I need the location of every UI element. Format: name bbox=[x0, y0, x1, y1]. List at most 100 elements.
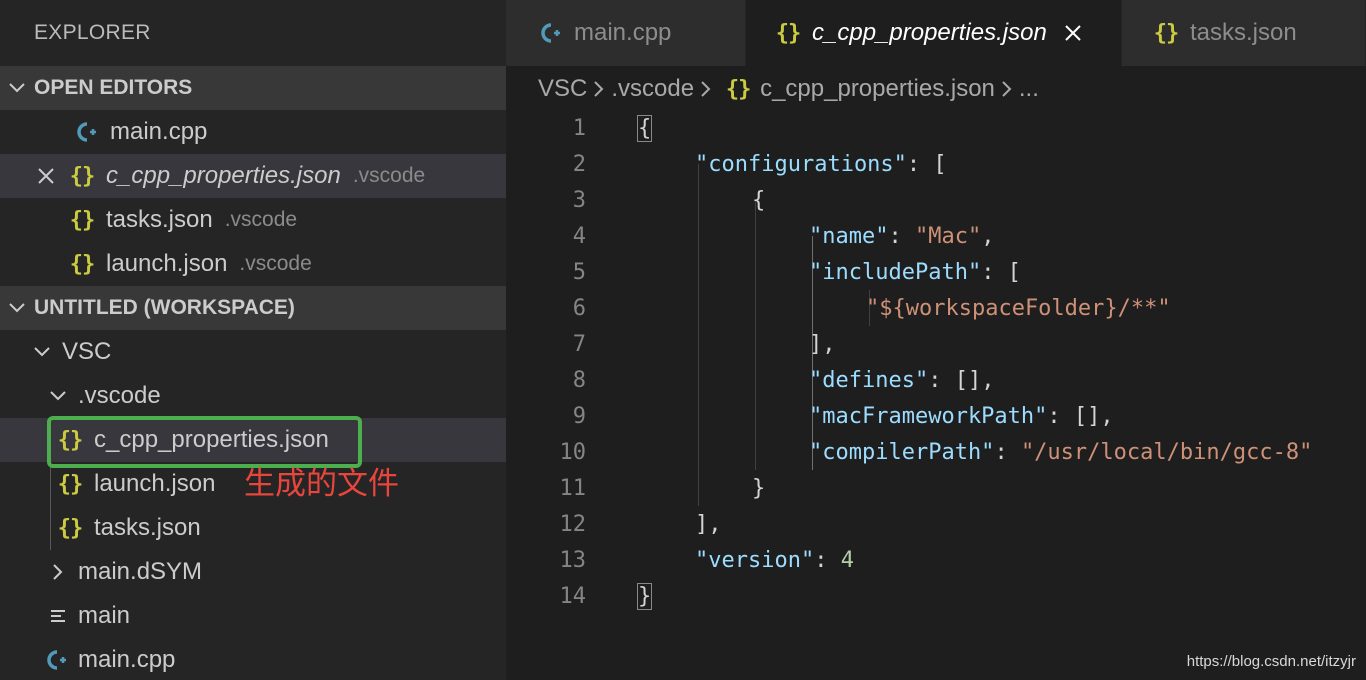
line-number: 6 bbox=[572, 295, 586, 321]
tree-label: tasks.json bbox=[94, 514, 201, 541]
tab-tasks[interactable]: {} tasks.json bbox=[1122, 0, 1366, 66]
chevron-down-icon bbox=[0, 82, 34, 94]
tree-file-main[interactable]: main bbox=[0, 594, 506, 638]
code-line: 10 "compilerPath": "/usr/local/bin/gcc-8… bbox=[506, 434, 1366, 470]
close-icon[interactable] bbox=[1063, 23, 1083, 43]
chevron-right-icon bbox=[700, 80, 712, 98]
chevron-right-icon bbox=[46, 564, 70, 580]
code-line: 6 "${workspaceFolder}/**" bbox=[506, 290, 1366, 326]
code-line: 9 "macFrameworkPath": [], bbox=[506, 398, 1366, 434]
tree-label: main.cpp bbox=[78, 646, 176, 673]
json-icon: {} bbox=[69, 251, 96, 277]
json-icon: {} bbox=[725, 76, 752, 102]
tab-label: c_cpp_properties.json bbox=[812, 19, 1047, 46]
json-key: "name" bbox=[809, 223, 889, 249]
tree-label: c_cpp_properties.json bbox=[94, 426, 329, 453]
tab-c-cpp-properties[interactable]: {} c_cpp_properties.json bbox=[746, 0, 1122, 66]
tree-label: VSC bbox=[62, 338, 112, 365]
open-editor-folder: .vscode bbox=[239, 252, 312, 275]
tab-label: main.cpp bbox=[574, 19, 672, 46]
json-key: "includePath" bbox=[809, 259, 982, 285]
code-line: 5 "includePath": [ bbox=[506, 254, 1366, 290]
line-number: 11 bbox=[559, 475, 587, 501]
tree-file-c-cpp-properties[interactable]: {} c_cpp_properties.json bbox=[0, 418, 506, 462]
line-number: 13 bbox=[559, 547, 587, 573]
chevron-right-icon bbox=[593, 80, 605, 98]
open-editor-folder: .vscode bbox=[224, 208, 298, 231]
code-line: 3 { bbox=[506, 182, 1366, 218]
bracket-open: { bbox=[636, 114, 653, 142]
code-editor[interactable]: 1 { 2 "configurations": [ 3 { 4 "name": … bbox=[506, 110, 1366, 680]
open-editor-label: c_cpp_properties.json bbox=[106, 162, 341, 189]
open-editor-item-c-cpp-properties[interactable]: {} c_cpp_properties.json .vscode bbox=[0, 154, 506, 198]
tree-label: .vscode bbox=[78, 382, 161, 409]
explorer-sidebar: EXPLORER OPEN EDITORS main.cpp {} c_cpp_… bbox=[0, 0, 506, 680]
watermark: https://blog.csdn.net/itzyjr bbox=[1186, 653, 1356, 670]
cpp-icon bbox=[42, 649, 70, 671]
open-editor-label: main.cpp bbox=[110, 118, 208, 145]
json-icon: {} bbox=[57, 427, 84, 453]
line-number: 8 bbox=[572, 367, 586, 393]
cpp-icon bbox=[72, 121, 100, 143]
line-number: 12 bbox=[559, 511, 587, 537]
breadcrumb-item[interactable]: c_cpp_properties.json bbox=[760, 75, 995, 103]
json-key: "macFrameworkPath" bbox=[809, 403, 1048, 429]
tree-label: main.dSYM bbox=[78, 558, 203, 585]
tree-folder-vscode[interactable]: .vscode bbox=[0, 374, 506, 418]
line-number: 10 bbox=[559, 439, 587, 465]
close-icon[interactable] bbox=[34, 167, 58, 185]
bracket-close: } bbox=[636, 582, 653, 610]
tree-label: launch.json bbox=[94, 470, 216, 497]
open-editors-label: OPEN EDITORS bbox=[34, 76, 193, 99]
line-number: 3 bbox=[572, 187, 586, 213]
tree-folder-vsc[interactable]: VSC bbox=[0, 330, 506, 374]
breadcrumb-ellipsis[interactable]: ... bbox=[1019, 75, 1039, 103]
tree-file-tasks[interactable]: {} tasks.json bbox=[0, 506, 506, 550]
json-string: "${workspaceFolder}/**" bbox=[866, 295, 1171, 321]
workspace-header[interactable]: UNTITLED (WORKSPACE) bbox=[0, 286, 506, 330]
tab-label: tasks.json bbox=[1190, 19, 1297, 46]
code-line: 2 "configurations": [ bbox=[506, 146, 1366, 182]
chevron-down-icon bbox=[30, 347, 54, 357]
open-editor-folder: .vscode bbox=[352, 164, 426, 187]
json-icon: {} bbox=[69, 207, 96, 233]
line-number: 4 bbox=[572, 223, 586, 249]
open-editor-item-launch[interactable]: {} launch.json .vscode bbox=[0, 242, 506, 286]
breadcrumb-item[interactable]: VSC bbox=[538, 75, 587, 103]
json-icon: {} bbox=[1153, 20, 1180, 46]
json-icon: {} bbox=[69, 163, 96, 189]
code-line: 7 ], bbox=[506, 326, 1366, 362]
line-number: 5 bbox=[572, 259, 586, 285]
json-key: "compilerPath" bbox=[809, 439, 995, 465]
tree-folder-main-dsym[interactable]: main.dSYM bbox=[0, 550, 506, 594]
json-key: "version" bbox=[695, 547, 815, 573]
chevron-down-icon bbox=[46, 391, 70, 401]
line-number: 7 bbox=[572, 331, 586, 357]
tab-main-cpp[interactable]: main.cpp bbox=[506, 0, 746, 66]
tree-file-main-cpp[interactable]: main.cpp bbox=[0, 638, 506, 680]
breadcrumb-item[interactable]: .vscode bbox=[611, 75, 694, 103]
line-number: 2 bbox=[572, 151, 586, 177]
json-icon: {} bbox=[57, 515, 84, 541]
open-editor-label: launch.json bbox=[106, 250, 228, 277]
tree-indent-guide bbox=[50, 418, 51, 550]
annotation-text: 生成的文件 bbox=[244, 466, 399, 502]
code-line: 14 } bbox=[506, 578, 1366, 614]
json-icon: {} bbox=[775, 20, 802, 46]
json-icon: {} bbox=[57, 471, 84, 497]
json-string: "Mac" bbox=[914, 223, 982, 249]
open-editors-header[interactable]: OPEN EDITORS bbox=[0, 66, 506, 110]
chevron-right-icon bbox=[1001, 80, 1013, 98]
workspace-label: UNTITLED (WORKSPACE) bbox=[34, 296, 295, 319]
open-editor-item-tasks[interactable]: {} tasks.json .vscode bbox=[0, 198, 506, 242]
code-line: 8 "defines": [], bbox=[506, 362, 1366, 398]
line-number: 1 bbox=[572, 115, 586, 141]
line-number: 14 bbox=[559, 583, 587, 609]
open-editor-item-main-cpp[interactable]: main.cpp bbox=[0, 110, 506, 154]
json-number: 4 bbox=[840, 547, 854, 573]
json-string: "/usr/local/bin/gcc-8" bbox=[1020, 439, 1313, 465]
json-key: "defines" bbox=[809, 367, 929, 393]
code-line: 1 { bbox=[506, 110, 1366, 146]
cpp-icon bbox=[536, 22, 564, 44]
code-line: 11 } bbox=[506, 470, 1366, 506]
